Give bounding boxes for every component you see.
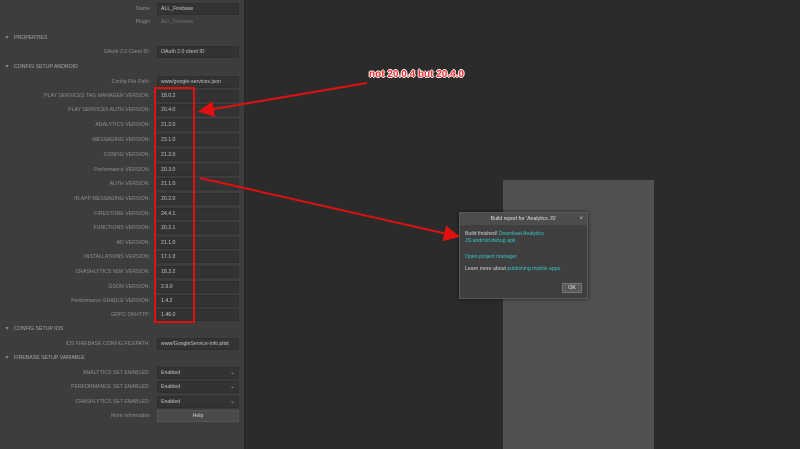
publishing-apps-link[interactable]: publishing mobile apps	[507, 266, 560, 272]
field-label: IOS FIREBASE CONFIG FILEPATH:	[65, 341, 150, 347]
properties-panel: Name ALL_Firebase Plugin ALL_Firebase ▾ P…	[0, 0, 245, 449]
android-row: ANALYTICS VERSION: 21.2.0	[0, 119, 244, 131]
section-variable-title: FIREBASE SETUP VARIABLE	[14, 355, 85, 361]
more-info-row: More information Help	[0, 410, 244, 422]
android-row: Performance VERSION: 20.3.0	[0, 164, 244, 176]
section-config-ios[interactable]: ▾ CONFIG SETUP IOS	[0, 323, 244, 335]
android-row: GRPC OKHTTP: 1.46.0	[0, 309, 244, 321]
learn-more-label: Learn more about	[465, 266, 506, 272]
android-row: Config File Path: www/google-services.jso…	[0, 76, 244, 88]
field-label: GSON VERSION:	[108, 284, 150, 290]
field-label: PLAY SERVICES TAG MANAGER VERSION:	[44, 93, 150, 99]
variable-row: CRASHLYTICS SET ENABLED: Enabled ⌄	[0, 396, 244, 408]
analytics-enabled-select[interactable]: Enabled ⌄	[157, 367, 239, 379]
learn-more-text: Learn more about publishing mobile apps	[465, 266, 560, 272]
section-android-title: CONFIG SETUP ANDROID	[14, 64, 78, 70]
section-firebase-variable[interactable]: ▾ FIREBASE SETUP VARIABLE	[0, 352, 244, 364]
android-row: IN APP MESSAGING VERSION: 20.2.0	[0, 193, 244, 205]
collapse-triangle-icon: ▾	[5, 64, 9, 70]
field-label: AUTH VERSION:	[109, 181, 150, 187]
section-config-android[interactable]: ▾ CONFIG SETUP ANDROID	[0, 61, 244, 73]
ok-button[interactable]: OK	[562, 283, 582, 293]
android-row: GSON VERSION: 2.9.0	[0, 281, 244, 293]
section-ios-title: CONFIG SETUP IOS	[14, 326, 64, 332]
performance-enabled-select[interactable]: Enabled ⌄	[157, 381, 239, 393]
android-row: Performance GRADLE VERSION: 1.4.2	[0, 295, 244, 307]
field-label: GRPC OKHTTP:	[111, 312, 150, 318]
crashlytics-enabled-select[interactable]: Enabled ⌄	[157, 396, 239, 408]
android-row: CRASHLYTICS NDK VERSION: 18.3.2	[0, 266, 244, 278]
section-properties-title: PROPERTIES	[14, 35, 48, 41]
collapse-triangle-icon: ▾	[5, 35, 9, 41]
collapse-triangle-icon: ▾	[5, 355, 9, 361]
section-properties[interactable]: ▾ PROPERTIES	[0, 32, 244, 44]
field-label: CRASHLYTICS NDK VERSION:	[75, 269, 150, 275]
dialog-title: Build report for 'Analytics JS'	[460, 213, 587, 225]
field-label: ANALYTICS SET ENABLED:	[83, 370, 150, 376]
annotation-text: not 20.0.4 but 20.4.0	[369, 69, 465, 80]
collapse-triangle-icon: ▾	[5, 326, 9, 332]
field-label: Performance GRADLE VERSION:	[71, 298, 150, 304]
build-finished-text: Build finished! Download Analytics JS.an…	[465, 231, 555, 245]
oauth-row: OAuth 2.0 Client ID: OAuth 2.0 client ID	[0, 46, 244, 58]
plugin-label: Plugin	[135, 19, 150, 25]
field-label: INSTALLATIONS VERSION:	[84, 254, 150, 260]
android-row: MESSAGING VERSION: 23.1.0	[0, 134, 244, 146]
chevron-down-icon: ⌄	[229, 370, 235, 376]
chevron-down-icon: ⌄	[229, 384, 235, 390]
field-label: PLAY SERVICES AUTH VERSION:	[68, 107, 150, 113]
field-label: CONFIG VERSION:	[103, 152, 150, 158]
name-label: Name	[136, 6, 150, 12]
oauth-label: OAuth 2.0 Client ID:	[103, 49, 150, 55]
open-project-manager-link[interactable]: Open project manager	[465, 254, 517, 260]
name-row: Name ALL_Firebase	[0, 3, 244, 15]
plugin-row: Plugin ALL_Firebase	[0, 16, 244, 28]
android-row: PLAY SERVICES AUTH VERSION: 20.4.0	[0, 104, 244, 116]
select-value: Enabled	[161, 370, 181, 376]
select-value: Enabled	[161, 384, 181, 390]
field-label: FIRESTORE VERSION:	[94, 211, 150, 217]
android-row: CONFIG VERSION: 21.2.0	[0, 149, 244, 161]
field-label: Config File Path:	[111, 79, 150, 85]
chevron-down-icon: ⌄	[229, 399, 235, 405]
android-row: AUTH VERSION: 21.1.0	[0, 178, 244, 190]
field-label: PERFORMANCE SET ENABLED:	[71, 384, 150, 390]
variable-row: ANALYTICS SET ENABLED: Enabled ⌄	[0, 367, 244, 379]
android-row: INSTALLATIONS VERSION: 17.1.0	[0, 251, 244, 263]
android-row: FUNCTIONS VERSION: 20.2.1	[0, 222, 244, 234]
variable-row: PERFORMANCE SET ENABLED: Enabled ⌄	[0, 381, 244, 393]
field-label: ANALYTICS VERSION:	[95, 122, 150, 128]
field-label: Performance VERSION:	[94, 167, 150, 173]
field-label: AD VERSION:	[116, 240, 150, 246]
name-field[interactable]: ALL_Firebase	[157, 3, 239, 15]
build-finished-label: Build finished!	[465, 231, 498, 237]
close-icon[interactable]: ×	[579, 213, 583, 225]
android-row: AD VERSION: 21.1.0	[0, 237, 244, 249]
more-info-label: More information	[111, 413, 150, 419]
ios-config-filepath-field[interactable]: www/GoogleService-Info.plist	[157, 338, 239, 350]
help-button[interactable]: Help	[157, 410, 239, 422]
android-row: FIRESTORE VERSION: 24.4.1	[0, 208, 244, 220]
plugin-value: ALL_Firebase	[161, 19, 194, 25]
field-label: MESSAGING VERSION:	[92, 137, 150, 143]
android-row: PLAY SERVICES TAG MANAGER VERSION: 18.0.2	[0, 90, 244, 102]
oauth-field[interactable]: OAuth 2.0 client ID	[157, 46, 239, 58]
build-report-dialog: Build report for 'Analytics JS' × Build …	[459, 212, 588, 299]
select-value: Enabled	[161, 399, 181, 405]
field-label: IN APP MESSAGING VERSION:	[74, 196, 150, 202]
field-label: CRASHLYTICS SET ENABLED:	[75, 399, 150, 405]
highlight-box	[154, 87, 195, 323]
ios-row: IOS FIREBASE CONFIG FILEPATH: www/Google…	[0, 338, 244, 350]
field-label: FUNCTIONS VERSION:	[93, 225, 151, 231]
